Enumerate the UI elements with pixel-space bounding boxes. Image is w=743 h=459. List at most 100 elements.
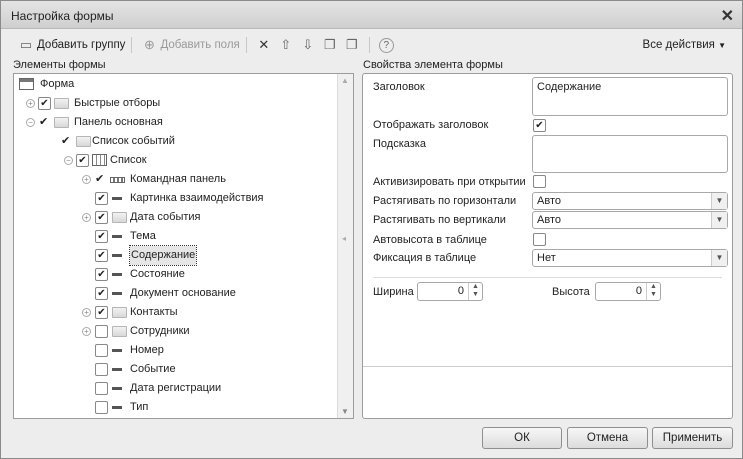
tree-item-checkbox[interactable]: ✔: [95, 268, 108, 281]
field-icon: [112, 254, 122, 257]
tree-item[interactable]: + ✔ Контакты: [14, 303, 334, 322]
tree-item[interactable]: Дата регистрации: [14, 379, 334, 398]
tree-item[interactable]: + Сотрудники: [14, 322, 334, 341]
fix-value: Нет: [537, 252, 556, 264]
close-icon[interactable]: ✕: [721, 6, 734, 26]
field-icon: [112, 292, 122, 295]
tree-item[interactable]: Номер: [14, 341, 334, 360]
move-down-icon[interactable]: ⇩: [300, 37, 316, 53]
activate-checkbox[interactable]: [533, 175, 546, 188]
expand-icon[interactable]: +: [82, 308, 91, 317]
tree-item-checkbox[interactable]: [95, 382, 108, 395]
tree-item-checkbox[interactable]: ✔: [38, 97, 51, 110]
collapse-icon[interactable]: −: [26, 118, 35, 127]
add-group-button[interactable]: Добавить группу: [37, 39, 125, 51]
tree-item-checkbox[interactable]: [95, 325, 108, 338]
tree-item-label: Панель основная: [74, 116, 163, 128]
dropdown-arrow-icon[interactable]: ▼: [711, 193, 727, 209]
apply-button[interactable]: Применить: [652, 427, 733, 449]
dropdown-arrow-icon[interactable]: ▼: [711, 250, 727, 266]
tooltip-input[interactable]: [532, 135, 728, 173]
tree-item-label: Номер: [130, 344, 164, 356]
title-bar: Настройка формы ✕: [1, 1, 742, 29]
tree-item-checkbox[interactable]: ✔: [95, 211, 108, 224]
command-panel-icon: [110, 177, 125, 183]
tree-item-checkbox[interactable]: [95, 401, 108, 414]
tree-item[interactable]: ✔ Тема: [14, 227, 334, 246]
tree-item-checkbox[interactable]: [95, 363, 108, 376]
delete-icon[interactable]: ✕: [256, 37, 272, 53]
tree-item[interactable]: Событие: [14, 360, 334, 379]
autoheight-label: Автовысота в таблице: [373, 234, 487, 246]
tree-item[interactable]: − ✔ Список: [14, 151, 334, 170]
expand-icon[interactable]: +: [26, 99, 35, 108]
dropdown-arrow-icon[interactable]: ▼: [711, 212, 727, 228]
folder-icon: [112, 212, 127, 223]
tree-item[interactable]: Форма: [14, 75, 334, 94]
autoheight-checkbox[interactable]: [533, 233, 546, 246]
fix-select[interactable]: Нет ▼: [532, 249, 728, 267]
tree-item[interactable]: ✔ Документ основание: [14, 284, 334, 303]
add-fields-button[interactable]: Добавить поля: [160, 39, 239, 51]
toolbar: ▭ Добавить группу ⊕ Добавить поля ✕ ⇧ ⇩ …: [15, 35, 397, 55]
expand-icon[interactable]: +: [82, 175, 91, 184]
tree-item[interactable]: + ✔ Быстрые отборы: [14, 94, 334, 113]
tree-item[interactable]: ✔ Список событий: [14, 132, 334, 151]
show-title-label: Отображать заголовок: [373, 119, 489, 131]
tree-item-checkbox[interactable]: ✔: [95, 249, 108, 262]
tree-item-checkbox[interactable]: ✔: [95, 230, 108, 243]
checkmark-icon[interactable]: ✔: [61, 132, 70, 151]
activate-label: Активизировать при открытии: [373, 176, 526, 188]
height-input[interactable]: 0 ▲ ▼: [595, 282, 661, 301]
move-up-icon[interactable]: ⇧: [278, 37, 294, 53]
field-icon: [112, 406, 122, 409]
chevron-down-icon: ▼: [718, 40, 726, 50]
field-icon: [112, 197, 122, 200]
expand-icon[interactable]: +: [82, 213, 91, 222]
tree-item-checkbox[interactable]: ✔: [95, 287, 108, 300]
tree-item-checkbox[interactable]: [95, 344, 108, 357]
help-icon[interactable]: ?: [378, 37, 394, 53]
table-icon: [92, 154, 107, 166]
spinner-icon[interactable]: ▲ ▼: [468, 283, 482, 300]
title-input[interactable]: Содержание: [532, 77, 728, 116]
hstretch-select[interactable]: Авто ▼: [532, 192, 728, 210]
show-title-checkbox[interactable]: ✔: [533, 119, 546, 132]
folder-icon: [112, 326, 127, 337]
tree-item-checkbox[interactable]: ✔: [95, 306, 108, 319]
tree-item[interactable]: ✔ Состояние: [14, 265, 334, 284]
tree-label: Элементы формы: [13, 59, 106, 71]
checkmark-icon[interactable]: ✔: [95, 170, 104, 189]
title-label: Заголовок: [373, 81, 425, 93]
width-input[interactable]: 0 ▲ ▼: [417, 282, 483, 301]
tree-item-checkbox[interactable]: ✔: [76, 154, 89, 167]
spinner-icon[interactable]: ▲ ▼: [646, 283, 660, 300]
tree-item[interactable]: + ✔ Командная панель: [14, 170, 334, 189]
check-all-icon[interactable]: ❐: [322, 37, 338, 53]
tree-item-checkbox[interactable]: ✔: [95, 192, 108, 205]
tree-item-label: Форма: [40, 78, 75, 90]
form-elements-tree[interactable]: ▲ ◂ ▼ Форма + ✔ Быстрые отборы − ✔ Панель осно…: [13, 73, 354, 419]
tree-item[interactable]: ✔ Содержание: [14, 245, 334, 266]
tree-item[interactable]: + ✔ Дата события: [14, 208, 334, 227]
add-fields-icon: ⊕: [143, 37, 155, 52]
cancel-button[interactable]: Отмена: [567, 427, 648, 449]
field-icon: [112, 368, 122, 371]
tree-item[interactable]: ✔ Картинка взаимодействия: [14, 189, 334, 208]
expand-icon[interactable]: +: [82, 327, 91, 336]
uncheck-all-icon[interactable]: ❐: [344, 37, 360, 53]
all-actions-menu[interactable]: Все действия ▼: [643, 35, 726, 55]
add-group-icon: ▭: [19, 37, 33, 52]
ok-button[interactable]: ОК: [482, 427, 562, 449]
vstretch-select[interactable]: Авто ▼: [532, 211, 728, 229]
tree-item-label: Быстрые отборы: [74, 97, 161, 109]
height-value: 0: [635, 285, 642, 297]
fix-label: Фиксация в таблице: [373, 252, 477, 264]
field-icon: [112, 349, 122, 352]
tree-scrollbar[interactable]: ▲ ◂ ▼: [337, 74, 353, 418]
collapse-icon[interactable]: −: [64, 156, 73, 165]
tree-item[interactable]: Тип: [14, 398, 334, 417]
tree-item[interactable]: − ✔ Панель основная: [14, 113, 334, 132]
tree-item-label: Состояние: [130, 268, 185, 280]
checkmark-icon[interactable]: ✔: [39, 113, 48, 132]
